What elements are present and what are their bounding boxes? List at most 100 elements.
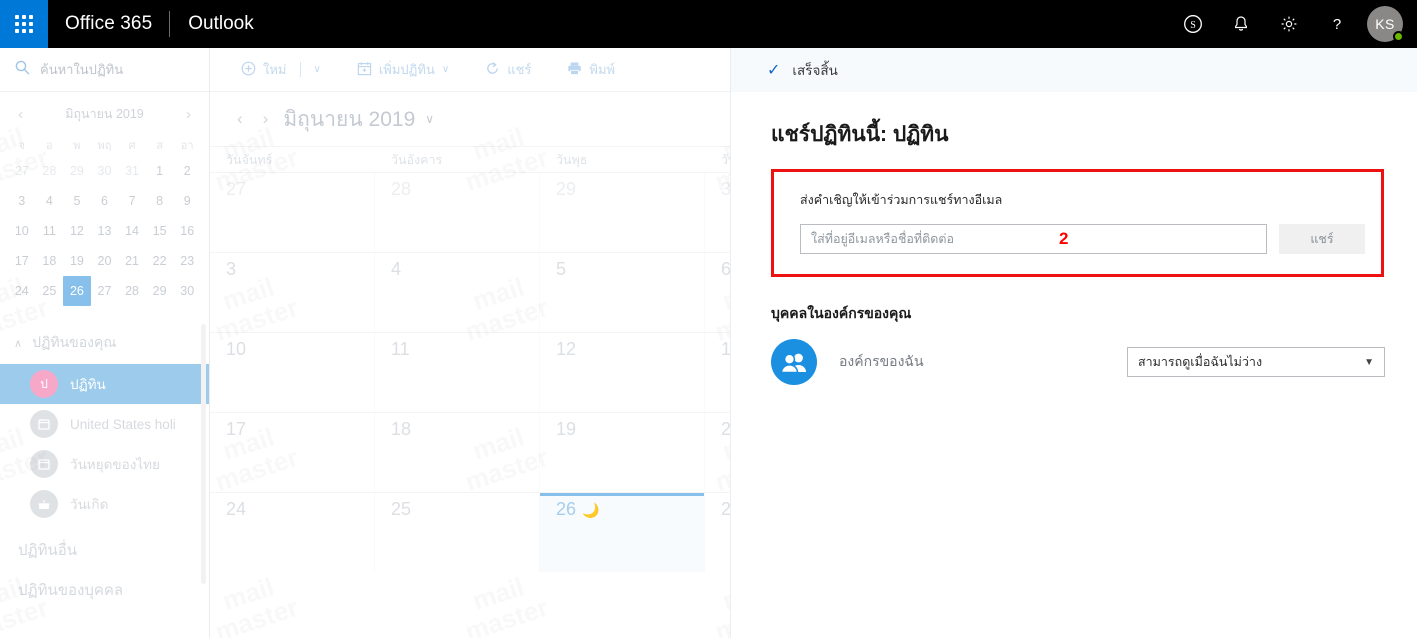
mini-calendar-day[interactable]: 20 bbox=[91, 246, 119, 276]
calendar-day-cell[interactable]: 10 bbox=[210, 333, 375, 412]
mini-calendar-day[interactable]: 30 bbox=[173, 276, 201, 306]
mini-calendar-day[interactable]: 24 bbox=[8, 276, 36, 306]
mini-calendar-day[interactable]: 9 bbox=[173, 186, 201, 216]
calendar-week-row: 10 11 12 13 bbox=[210, 332, 730, 412]
calendar-day-cell[interactable]: 29 bbox=[540, 173, 705, 252]
add-calendar-button[interactable]: เพิ่มปฏิทิน ∨ bbox=[348, 54, 458, 86]
calendar-week-row: 24 25 26 🌙 27 bbox=[210, 492, 730, 572]
mini-calendar-day[interactable]: 27 bbox=[8, 156, 36, 186]
mini-calendar-day[interactable]: 27 bbox=[91, 276, 119, 306]
app-launcher-icon[interactable] bbox=[0, 0, 48, 48]
permission-dropdown[interactable]: สามารถดูเมื่อฉันไม่ว่าง ▼ bbox=[1127, 347, 1385, 377]
calendar-day-cell[interactable]: 27 bbox=[210, 173, 375, 252]
new-event-dropdown[interactable]: ∨ bbox=[305, 54, 330, 86]
mini-calendar-day[interactable]: 14 bbox=[118, 216, 146, 246]
mini-calendar-day[interactable]: 28 bbox=[118, 276, 146, 306]
mini-calendar-day[interactable]: 8 bbox=[146, 186, 174, 216]
calendar-day-cell[interactable]: 19 bbox=[540, 413, 705, 492]
mini-calendar-day[interactable]: 23 bbox=[173, 246, 201, 276]
your-calendars-group-header[interactable]: ∧ ปฏิทินของคุณ bbox=[0, 326, 209, 364]
mini-calendar-day[interactable]: 21 bbox=[118, 246, 146, 276]
calendar-day-cell[interactable]: 3 bbox=[210, 253, 375, 332]
calendar-day-cell[interactable]: 25 bbox=[375, 493, 540, 572]
calendar-day-cell[interactable]: 20 bbox=[705, 413, 730, 492]
people-calendars-label[interactable]: ปฏิทินของบุคคล bbox=[0, 564, 209, 604]
notifications-bell-icon[interactable] bbox=[1217, 0, 1265, 48]
mini-calendar-next-icon[interactable]: › bbox=[182, 107, 195, 122]
help-question-icon[interactable]: ? bbox=[1313, 0, 1361, 48]
calendar-day-number: 18 bbox=[391, 419, 412, 439]
invite-email-input[interactable]: ใส่ที่อยู่อีเมลหรือชื่อที่ติดต่อ 2 bbox=[800, 224, 1267, 254]
calendar-day-cell[interactable]: 27 bbox=[705, 493, 730, 572]
calendar-day-cell[interactable]: 28 bbox=[375, 173, 540, 252]
mini-calendar-day[interactable]: 26 bbox=[63, 276, 91, 306]
mini-calendar-day[interactable]: 6 bbox=[91, 186, 119, 216]
mini-calendar-day[interactable]: 19 bbox=[63, 246, 91, 276]
mini-calendar-day[interactable]: 17 bbox=[8, 246, 36, 276]
calendar-period-title[interactable]: มิถุนายน 2019 bbox=[283, 103, 415, 136]
mini-calendar-day[interactable]: 16 bbox=[173, 216, 201, 246]
calendar-list-item-0[interactable]: ป ปฏิทิน bbox=[0, 364, 209, 404]
mini-calendar-day[interactable]: 12 bbox=[63, 216, 91, 246]
calendar-day-cell[interactable]: 4 bbox=[375, 253, 540, 332]
mini-calendar-day[interactable]: 7 bbox=[118, 186, 146, 216]
mini-calendar-day[interactable]: 3 bbox=[8, 186, 36, 216]
chevron-down-icon: ∨ bbox=[313, 64, 321, 75]
calendar-day-cell[interactable]: 6 bbox=[705, 253, 730, 332]
calendar-prev-icon[interactable]: ‹ bbox=[232, 109, 248, 129]
mini-calendar-day[interactable]: 15 bbox=[146, 216, 174, 246]
new-event-button[interactable]: ใหม่ bbox=[232, 54, 296, 86]
app-name-outlook[interactable]: Outlook bbox=[170, 13, 271, 35]
calendar-day-cell[interactable]: 24 bbox=[210, 493, 375, 572]
mini-calendar-day[interactable]: 22 bbox=[146, 246, 174, 276]
settings-gear-icon[interactable] bbox=[1265, 0, 1313, 48]
calendar-day-number: 11 bbox=[391, 339, 410, 359]
mini-calendar-day[interactable]: 18 bbox=[36, 246, 64, 276]
office-brand-link[interactable]: Office 365 bbox=[48, 13, 169, 35]
calendar-day-cell[interactable]: 26 🌙 bbox=[540, 493, 705, 572]
mini-calendar-day[interactable]: 28 bbox=[36, 156, 64, 186]
mini-calendar-day[interactable]: 30 bbox=[91, 156, 119, 186]
mini-calendar-day[interactable]: 25 bbox=[36, 276, 64, 306]
calendar-list-item-2[interactable]: วันหยุดของไทย bbox=[0, 444, 209, 484]
sidebar-scrollbar[interactable] bbox=[201, 324, 206, 584]
calendar-day-cell[interactable]: 13 bbox=[705, 333, 730, 412]
mini-calendar-day[interactable]: 13 bbox=[91, 216, 119, 246]
search-input[interactable]: ค้นหาในปฏิทิน bbox=[0, 48, 209, 92]
mini-calendar-prev-icon[interactable]: ‹ bbox=[14, 107, 27, 122]
calendar-day-cell[interactable]: 30 bbox=[705, 173, 730, 252]
mini-calendar: ‹ มิถุนายน 2019 › จอพพฤศสอา 27 28 29 30 31 1 2… bbox=[0, 92, 209, 310]
mini-calendar-day[interactable]: 1 bbox=[146, 156, 174, 186]
avatar[interactable]: KS bbox=[1361, 0, 1409, 48]
mini-calendar-day[interactable]: 11 bbox=[36, 216, 64, 246]
mini-calendar-day[interactable]: 31 bbox=[118, 156, 146, 186]
calendar-day-cell[interactable]: 5 bbox=[540, 253, 705, 332]
calendar-day-cell[interactable]: 17 bbox=[210, 413, 375, 492]
mini-calendar-day[interactable]: 4 bbox=[36, 186, 64, 216]
calendar-list-item-1[interactable]: United States holi bbox=[0, 404, 209, 444]
mini-calendar-header: ‹ มิถุนายน 2019 › bbox=[8, 100, 201, 134]
other-calendars-label[interactable]: ปฏิทินอื่น bbox=[0, 524, 209, 564]
mini-calendar-day[interactable]: 29 bbox=[63, 156, 91, 186]
print-button[interactable]: พิมพ์ bbox=[558, 54, 624, 86]
calendar-icon bbox=[30, 410, 58, 438]
mini-calendar-day[interactable]: 10 bbox=[8, 216, 36, 246]
share-button[interactable]: แชร์ bbox=[476, 54, 540, 86]
birthday-cake-icon bbox=[30, 490, 58, 518]
mini-calendar-day[interactable]: 29 bbox=[146, 276, 174, 306]
calendar-day-cell[interactable]: 11 bbox=[375, 333, 540, 412]
chevron-down-icon[interactable]: ∨ bbox=[425, 112, 434, 126]
print-label: พิมพ์ bbox=[589, 62, 616, 77]
people-group-icon bbox=[771, 339, 817, 385]
share-submit-button[interactable]: แชร์ bbox=[1279, 224, 1365, 254]
mini-calendar-day[interactable]: 5 bbox=[63, 186, 91, 216]
calendar-day-cell[interactable]: 18 bbox=[375, 413, 540, 492]
mini-calendar-day[interactable]: 2 bbox=[173, 156, 201, 186]
calendar-next-icon[interactable]: › bbox=[258, 109, 274, 129]
calendar-list-item-3[interactable]: วันเกิด bbox=[0, 484, 209, 524]
presence-available-indicator bbox=[1393, 31, 1404, 42]
done-button[interactable]: เสร็จสิ้น bbox=[792, 59, 837, 81]
skype-icon[interactable]: S bbox=[1169, 0, 1217, 48]
calendar-toolbar: ใหม่ ∨ เพิ่มปฏิทิน ∨ แชร์ พิมพ์ bbox=[210, 48, 730, 92]
calendar-day-cell[interactable]: 12 bbox=[540, 333, 705, 412]
